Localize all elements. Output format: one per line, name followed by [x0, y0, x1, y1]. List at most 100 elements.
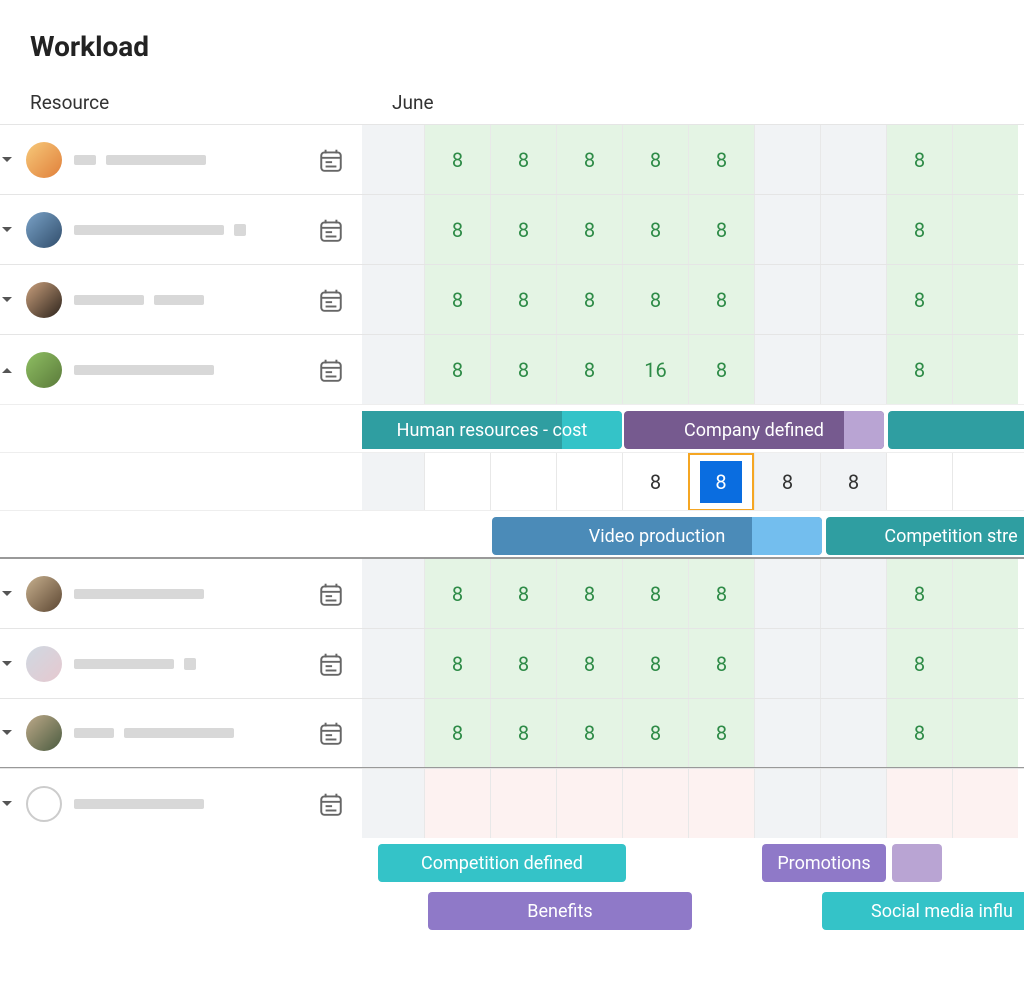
sub-hours-cell[interactable]: 8 — [622, 453, 688, 510]
resource-row: 888888 — [0, 194, 1024, 264]
chevron-down-icon[interactable] — [0, 293, 14, 307]
hours-cell — [952, 629, 1018, 698]
hours-cell — [362, 629, 424, 698]
timeline-row: 888888 — [362, 125, 1024, 194]
hours-cell — [754, 335, 820, 404]
column-header-resource: Resource — [30, 91, 392, 114]
chevron-down-icon[interactable] — [0, 587, 14, 601]
task-bar[interactable]: Video production — [492, 517, 822, 555]
hours-cell — [362, 559, 424, 628]
hours-cell: 8 — [556, 195, 622, 264]
task-bar[interactable]: Promotions — [762, 844, 886, 882]
task-bar[interactable]: Company defined — [624, 411, 884, 449]
timeline-row — [362, 769, 1024, 838]
hours-cell — [952, 559, 1018, 628]
hours-cell: 8 — [688, 559, 754, 628]
hours-cell: 8 — [424, 629, 490, 698]
hours-cell — [622, 769, 688, 838]
hours-cell — [820, 699, 886, 767]
resource-row: 888888 — [0, 124, 1024, 194]
hours-cell: 8 — [490, 265, 556, 334]
resource-row — [0, 768, 1024, 838]
sub-hours-cell[interactable] — [952, 453, 1018, 510]
hours-cell: 8 — [688, 629, 754, 698]
resource-name-placeholder — [74, 799, 204, 809]
hours-cell: 8 — [424, 699, 490, 767]
hours-cell — [490, 769, 556, 838]
hours-cell — [362, 125, 424, 194]
calendar-icon[interactable] — [318, 357, 344, 383]
hours-cell: 8 — [688, 335, 754, 404]
resource-name-placeholder — [74, 224, 246, 236]
resource-name-placeholder — [74, 658, 196, 670]
sub-hours-cell[interactable] — [556, 453, 622, 510]
task-bar[interactable] — [892, 844, 942, 882]
resource-name-placeholder — [74, 728, 234, 738]
timeline-row: 888888 — [362, 265, 1024, 334]
calendar-icon[interactable] — [318, 217, 344, 243]
page-title: Workload — [30, 30, 1024, 63]
hours-cell: 8 — [490, 195, 556, 264]
hours-cell: 8 — [424, 195, 490, 264]
task-bar[interactable]: Human resources - cost — [362, 411, 622, 449]
calendar-icon[interactable] — [318, 581, 344, 607]
task-bar[interactable]: Competition stre — [826, 517, 1024, 555]
hours-cell: 8 — [688, 195, 754, 264]
hours-cell: 8 — [424, 335, 490, 404]
column-header-month: June — [392, 91, 434, 114]
hours-cell — [362, 195, 424, 264]
hours-cell — [362, 265, 424, 334]
hours-cell: 8 — [556, 559, 622, 628]
hours-cell — [754, 265, 820, 334]
hours-cell: 8 — [688, 265, 754, 334]
chevron-down-icon[interactable] — [0, 726, 14, 740]
hours-cell — [424, 769, 490, 838]
chevron-down-icon[interactable] — [0, 797, 14, 811]
calendar-icon[interactable] — [318, 147, 344, 173]
hours-cell — [556, 769, 622, 838]
hours-cell — [952, 265, 1018, 334]
timeline-row: 888888 — [362, 629, 1024, 698]
chevron-down-icon[interactable] — [0, 657, 14, 671]
hours-cell: 8 — [556, 629, 622, 698]
avatar — [26, 786, 62, 822]
hours-cell: 16 — [622, 335, 688, 404]
chevron-down-icon[interactable] — [0, 153, 14, 167]
task-bar[interactable] — [888, 411, 1024, 449]
hours-cell: 8 — [886, 629, 952, 698]
hours-cell: 8 — [490, 559, 556, 628]
calendar-icon[interactable] — [318, 651, 344, 677]
sub-hours-cell[interactable]: 8 — [754, 453, 820, 510]
task-bar[interactable]: Benefits — [428, 892, 692, 930]
hours-cell: 8 — [556, 125, 622, 194]
hours-cell: 8 — [886, 125, 952, 194]
task-bar[interactable]: Social media influ — [822, 892, 1024, 930]
task-bar[interactable]: Competition defined — [378, 844, 626, 882]
sub-hours-row: 8888 — [0, 452, 1024, 510]
selected-cell[interactable]: 8 — [700, 461, 742, 503]
sub-hours-cell[interactable]: 8 — [820, 453, 886, 510]
timeline-row: 888888 — [362, 195, 1024, 264]
resource-row: 888888 — [0, 628, 1024, 698]
hours-cell: 8 — [622, 125, 688, 194]
calendar-icon[interactable] — [318, 720, 344, 746]
sub-hours-cell[interactable] — [362, 453, 424, 510]
calendar-icon[interactable] — [318, 287, 344, 313]
sub-hours-cell[interactable] — [424, 453, 490, 510]
sub-hours-cell[interactable] — [886, 453, 952, 510]
hours-cell — [820, 195, 886, 264]
hours-cell: 8 — [886, 265, 952, 334]
chevron-up-icon[interactable] — [0, 363, 14, 377]
hours-cell: 8 — [490, 699, 556, 767]
calendar-icon[interactable] — [318, 791, 344, 817]
hours-cell: 8 — [424, 125, 490, 194]
hours-cell — [820, 265, 886, 334]
sub-hours-cell[interactable] — [490, 453, 556, 510]
hours-cell — [754, 559, 820, 628]
hours-cell — [952, 335, 1018, 404]
hours-cell — [952, 125, 1018, 194]
avatar — [26, 576, 62, 612]
hours-cell: 8 — [886, 559, 952, 628]
chevron-down-icon[interactable] — [0, 223, 14, 237]
hours-cell: 8 — [556, 699, 622, 767]
